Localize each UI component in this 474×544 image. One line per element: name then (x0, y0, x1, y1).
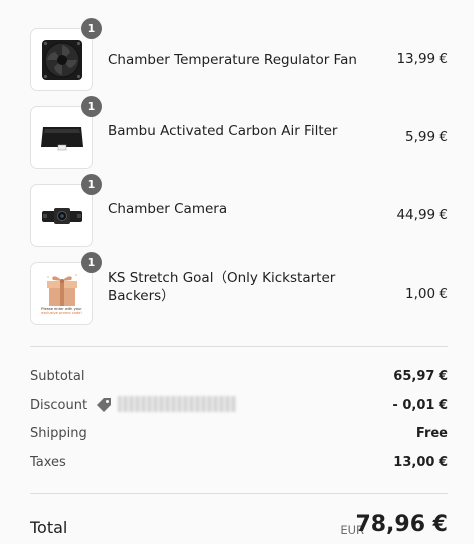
product-thumbnail (30, 106, 93, 169)
quantity-badge: 1 (81, 96, 102, 117)
taxes-row: Taxes 13,00 € (30, 455, 448, 475)
gift-box-icon (46, 274, 77, 306)
product-price: 5,99 € (405, 129, 448, 145)
shipping-row: Shipping Free (30, 426, 448, 446)
divider (30, 346, 448, 347)
product-thumbnail: Please enter with your exclusive promo c… (30, 262, 93, 325)
product-name: Chamber Camera (108, 201, 228, 217)
product-price: 13,99 € (396, 51, 448, 67)
subtotal-label: Subtotal (30, 369, 85, 384)
divider (30, 493, 448, 494)
total-label: Total (30, 518, 68, 537)
air-filter-icon (40, 126, 83, 150)
cart-item: 1 Bambu Activated Carbon Air Filter 5,99… (30, 96, 448, 169)
tag-icon (97, 398, 111, 412)
discount-value: - 0,01 € (392, 398, 448, 413)
quantity-badge: 1 (81, 174, 102, 195)
shipping-value: Free (415, 426, 448, 441)
discount-code-redacted (118, 396, 236, 412)
total-value: 78,96 € (355, 512, 448, 537)
discount-row: Discount - 0,01 € (30, 396, 448, 418)
product-price: 44,99 € (396, 207, 448, 223)
cart-item: 1 Chamber Camera 44,99 € (30, 174, 448, 247)
product-thumbnail (30, 184, 93, 247)
cart-item: Please enter with your exclusive promo c… (30, 252, 448, 325)
cart-item: 1 Chamber Temperature Regulator Fan 13,9… (30, 18, 448, 91)
camera-icon (41, 207, 82, 224)
quantity-badge: 1 (81, 18, 102, 39)
product-price: 1,00 € (405, 286, 448, 302)
taxes-label: Taxes (30, 455, 66, 470)
subtotal-row: Subtotal 65,97 € (30, 369, 448, 389)
product-thumbnail (30, 28, 93, 91)
subtotal-value: 65,97 € (393, 369, 448, 384)
quantity-badge: 1 (81, 252, 102, 273)
fan-icon (41, 39, 82, 80)
product-name: Chamber Temperature Regulator Fan (108, 52, 357, 68)
product-name: KS Stretch Goal（Only Kickstarter Backers… (108, 270, 336, 304)
discount-label: Discount (30, 398, 88, 413)
promo-caption: Please enter with your exclusive promo c… (41, 307, 82, 315)
shipping-label: Shipping (30, 426, 87, 441)
product-name: Bambu Activated Carbon Air Filter (108, 123, 338, 139)
taxes-value: 13,00 € (393, 455, 448, 470)
